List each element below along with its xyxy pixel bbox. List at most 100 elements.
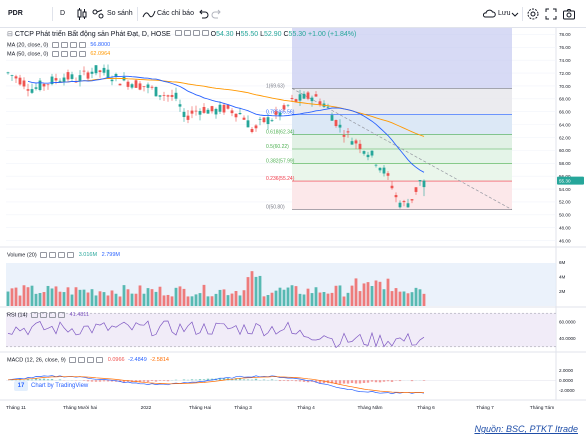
candle-body — [118, 83, 122, 86]
close-icon[interactable] — [87, 356, 95, 363]
legend-controls — [50, 41, 86, 49]
price-tick-label: 64.00 — [559, 122, 571, 127]
more-icon[interactable] — [67, 251, 75, 258]
candle-body — [310, 97, 314, 102]
indicators-button[interactable]: Các chỉ báo — [157, 8, 194, 20]
volume-bar — [286, 287, 290, 306]
eye-icon[interactable] — [31, 311, 39, 318]
settings-icon[interactable] — [60, 41, 68, 48]
eye-icon[interactable] — [51, 41, 59, 48]
close-icon[interactable] — [69, 50, 77, 57]
eye-icon[interactable] — [51, 50, 59, 57]
candle-body — [402, 201, 406, 203]
more-icon[interactable] — [78, 41, 86, 48]
volume-bar — [242, 290, 246, 306]
volume-bar — [10, 288, 14, 306]
candle-body — [222, 104, 226, 113]
candle-body — [30, 89, 34, 93]
toolbar-divider — [137, 7, 138, 21]
undo-icon[interactable] — [196, 7, 210, 21]
compare-icon[interactable] — [91, 7, 105, 21]
volume-tick-label: 4M — [559, 275, 566, 280]
indicators-icon[interactable] — [142, 7, 156, 21]
candle-body — [142, 86, 146, 88]
time-axis-label: Tháng 3 — [234, 405, 252, 411]
macd-histogram-bar — [198, 379, 202, 381]
macd-histogram-bar — [362, 380, 366, 383]
candle-body — [346, 131, 350, 133]
main-legend: ⊟ CTCP Phát triển Bất động sản Phát Đạt,… — [7, 30, 356, 39]
candle-body — [350, 141, 354, 145]
candle-body — [334, 120, 338, 127]
candle-body — [70, 74, 74, 79]
settings-icon[interactable] — [60, 50, 68, 57]
volume-bar — [302, 294, 306, 306]
cloud-icon[interactable] — [482, 7, 496, 21]
compare-button[interactable]: So sánh — [107, 8, 133, 20]
candle-body — [126, 81, 130, 87]
close-icon[interactable] — [69, 41, 77, 48]
candle-body — [354, 140, 358, 144]
volume-bar — [278, 287, 282, 306]
gear-icon[interactable] — [526, 7, 540, 21]
symbol-search[interactable]: PDR — [8, 8, 23, 20]
candle-body — [218, 104, 222, 112]
fib-level-label: 0.618(62.34) — [266, 130, 295, 136]
legend-controls — [67, 356, 104, 364]
close-icon[interactable] — [192, 30, 200, 37]
macd-histogram-bar — [294, 380, 298, 382]
volume-bar — [258, 275, 262, 306]
more-icon[interactable] — [201, 30, 209, 37]
volume-bar — [290, 285, 294, 306]
interval-selector[interactable]: D — [60, 8, 65, 20]
volume-bar — [198, 293, 202, 306]
more-icon[interactable] — [78, 50, 86, 57]
candle-body — [194, 110, 198, 112]
candle-body — [398, 202, 402, 208]
candle-body — [258, 119, 262, 120]
candle-body — [238, 112, 242, 115]
eye-icon[interactable] — [69, 356, 77, 363]
collapse-icon[interactable]: ⊟ — [7, 31, 15, 38]
tradingview-link[interactable]: Chart by TradingView — [31, 383, 88, 389]
candles-style-icon[interactable] — [75, 7, 89, 21]
settings-icon[interactable] — [49, 251, 57, 258]
macd-histogram-bar — [142, 380, 146, 382]
toolbar-divider — [522, 7, 523, 21]
volume-bar — [178, 286, 182, 306]
close-icon[interactable] — [49, 311, 57, 318]
candle-body — [14, 76, 18, 79]
volume-bar — [318, 292, 322, 306]
tradingview-attribution[interactable]: 17 Chart by TradingView — [14, 381, 88, 391]
close-icon[interactable] — [58, 251, 66, 258]
chart-canvas[interactable]: 78.00 76.00 74.00 72.00 70.00 68.00 66.00 64.00… — [0, 28, 586, 412]
price-tick-label: 52.00 — [559, 200, 571, 205]
chevron-down-icon[interactable] — [510, 7, 520, 21]
candle-body — [286, 104, 290, 106]
fullscreen-icon[interactable] — [544, 7, 558, 21]
volume-bar — [366, 282, 370, 306]
candle-body — [418, 180, 422, 182]
save-button[interactable]: Lưu — [498, 8, 510, 20]
ma50-label: MA (50, close, 0) — [7, 51, 49, 58]
settings-icon[interactable] — [78, 356, 86, 363]
settings-icon[interactable] — [183, 30, 191, 37]
more-icon[interactable] — [96, 356, 104, 363]
more-icon[interactable] — [58, 311, 66, 318]
macd-line-value: -2.4849 — [128, 357, 147, 364]
volume-bar — [30, 285, 34, 306]
camera-icon[interactable] — [562, 7, 576, 21]
legend-controls — [29, 311, 66, 319]
volume-bar — [218, 289, 222, 306]
volume-bar — [174, 287, 178, 306]
volume-bar — [262, 296, 266, 306]
settings-icon[interactable] — [40, 311, 48, 318]
redo-icon[interactable] — [210, 7, 224, 21]
candle-body — [94, 65, 98, 74]
macd-tick-label: 2.0000 — [559, 368, 573, 373]
time-axis-label: Tháng Tám — [530, 405, 554, 411]
ma20-value: 56.8000 — [90, 42, 111, 49]
eye-icon[interactable] — [174, 30, 182, 37]
eye-icon[interactable] — [40, 251, 48, 258]
price-tick-label: 48.00 — [559, 225, 571, 230]
